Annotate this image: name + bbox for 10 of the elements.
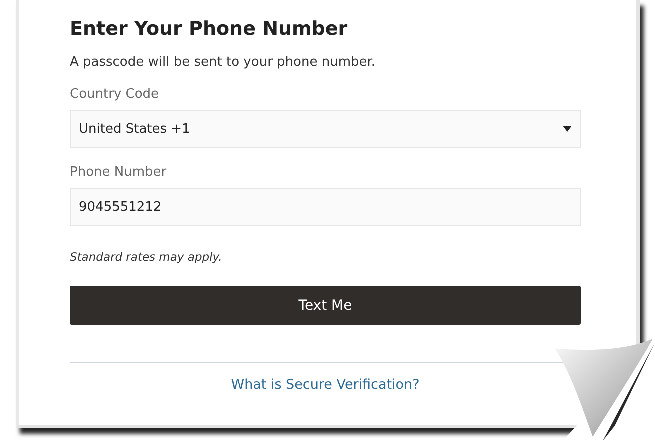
caret-icon (563, 126, 572, 132)
heading: Enter Your Phone Number (70, 17, 349, 42)
note-text: Standard rates may apply. (70, 250, 224, 264)
field-label: Country Code (70, 87, 160, 102)
field-label: Phone Number (70, 165, 168, 180)
country-code-select[interactable]: United States +1 (70, 110, 581, 148)
text-me-button[interactable]: Text Me (70, 286, 581, 325)
description-text: A passcode will be sent to your phone number. (70, 55, 377, 70)
help-link[interactable]: What is Secure Verification? (231, 377, 420, 393)
phone-input[interactable]: 9045551212 (70, 188, 581, 226)
